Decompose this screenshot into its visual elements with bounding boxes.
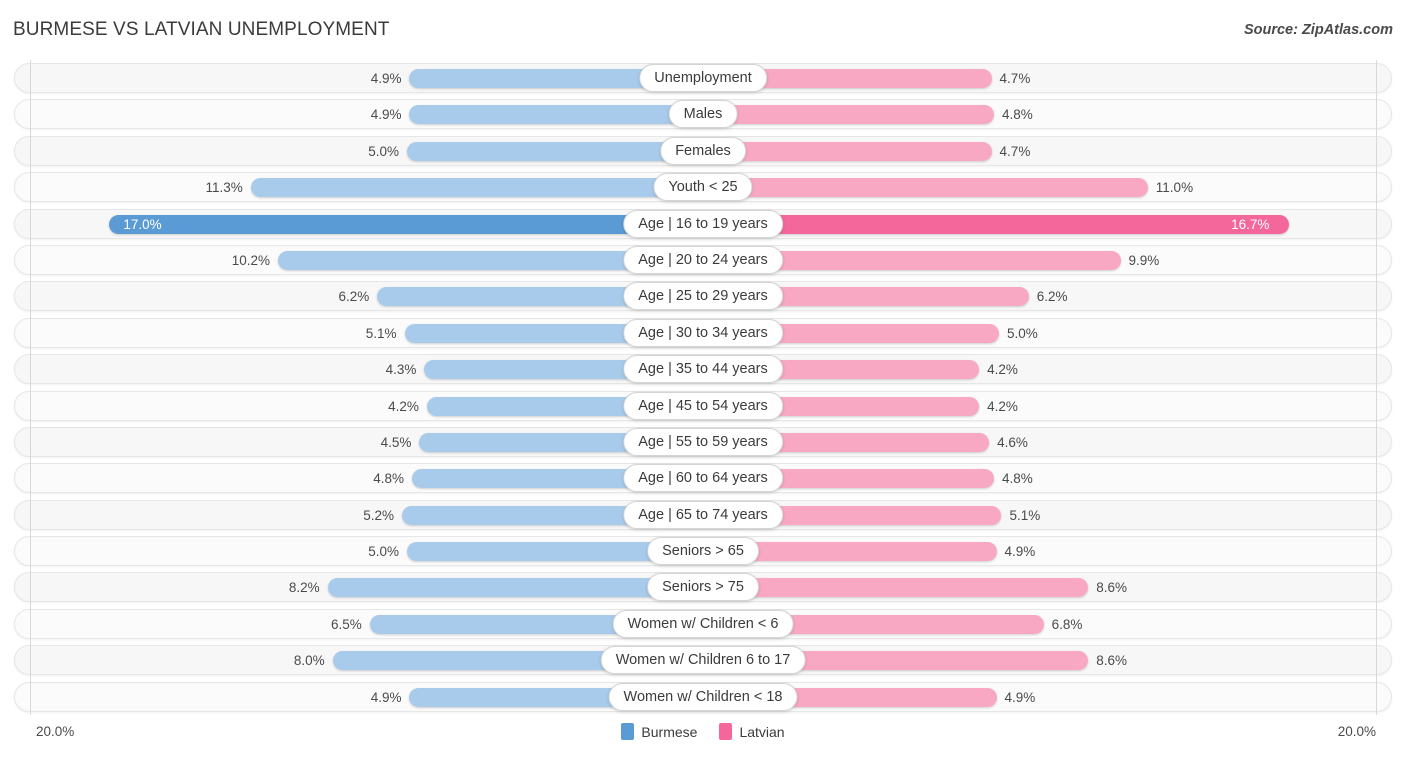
- value-label-latvian: 4.2%: [987, 398, 1018, 414]
- value-label-burmese: 6.2%: [338, 289, 370, 305]
- chart-row: 8.0% 8.6% Women w/ Children 6 to 17: [0, 642, 1406, 678]
- chart-row: 4.9% 4.7% Unemployment: [0, 60, 1406, 96]
- category-label: Females: [660, 136, 746, 165]
- chart-row: 4.9% 4.8% Males: [0, 96, 1406, 132]
- category-label: Age | 20 to 24 years: [623, 245, 783, 274]
- category-label: Women w/ Children 6 to 17: [600, 646, 806, 675]
- value-label-latvian: 4.7%: [999, 71, 1031, 86]
- value-label-burmese: 11.3%: [205, 180, 243, 196]
- category-label: Age | 16 to 19 years: [623, 209, 783, 238]
- category-label: Age | 25 to 29 years: [623, 282, 783, 311]
- axis-line-left: [30, 60, 31, 715]
- chart-row: 8.2% 8.6% Seniors > 75: [0, 569, 1406, 605]
- value-label-latvian: 4.8%: [1002, 107, 1033, 123]
- value-label-burmese: 4.2%: [388, 398, 419, 414]
- plot-area: 4.9% 4.7% Unemployment 4.9% 4.8% Males 5.0% 4.7…: [0, 60, 1406, 715]
- bar-latvian: [703, 178, 1148, 198]
- chart-root: BURMESE VS LATVIAN UNEMPLOYMENT Source: …: [0, 0, 1406, 757]
- value-label-latvian: 9.9%: [1128, 252, 1160, 268]
- bar-latvian: [703, 578, 1089, 598]
- chart-row: 4.9% 4.9% Women w/ Children < 18: [0, 679, 1406, 715]
- category-label: Age | 55 to 59 years: [623, 427, 783, 456]
- value-label-burmese: 5.0%: [368, 143, 399, 159]
- value-label-burmese: 4.5%: [380, 434, 412, 450]
- legend-item: Burmese: [621, 723, 697, 740]
- category-label: Seniors > 75: [647, 573, 759, 602]
- category-label: Women w/ Children < 18: [608, 682, 798, 711]
- category-label: Women w/ Children < 6: [612, 609, 794, 638]
- axis-line-right: [1376, 60, 1377, 715]
- value-label-burmese: 4.8%: [373, 471, 404, 487]
- chart-row: 5.2% 5.1% Age | 65 to 74 years: [0, 497, 1406, 533]
- value-label-latvian: 6.8%: [1051, 616, 1083, 632]
- category-label: Unemployment: [639, 64, 767, 92]
- category-label: Age | 45 to 54 years: [623, 391, 783, 420]
- chart-row: 4.2% 4.2% Age | 45 to 54 years: [0, 388, 1406, 424]
- category-label: Youth < 25: [653, 173, 753, 202]
- legend-swatch-icon: [621, 723, 635, 740]
- chart-row: 10.2% 9.9% Age | 20 to 24 years: [0, 242, 1406, 278]
- value-label-burmese: 4.9%: [370, 107, 402, 123]
- bar-latvian: [703, 214, 1290, 234]
- value-label-burmese: 4.9%: [370, 71, 402, 86]
- value-label-latvian: 4.9%: [1004, 544, 1036, 560]
- value-label-burmese: 5.1%: [365, 325, 397, 341]
- chart-row: 17.0% 16.7% Age | 16 to 19 years: [0, 206, 1406, 242]
- legend-label: Latvian: [739, 723, 785, 740]
- category-label: Age | 35 to 44 years: [623, 355, 783, 384]
- bar-burmese: [109, 214, 703, 234]
- chart-row: 11.3% 11.0% Youth < 25: [0, 169, 1406, 205]
- value-label-latvian: 4.6%: [997, 434, 1028, 450]
- value-label-burmese: 5.0%: [368, 544, 399, 560]
- value-label-latvian: 8.6%: [1096, 580, 1128, 596]
- legend-label: Burmese: [641, 723, 698, 740]
- bar-burmese: [250, 178, 703, 198]
- bar-burmese: [409, 105, 703, 125]
- page-title: BURMESE VS LATVIAN UNEMPLOYMENT: [13, 19, 390, 40]
- category-label: Age | 60 to 64 years: [623, 464, 783, 493]
- category-label: Age | 65 to 74 years: [623, 500, 783, 529]
- value-label-burmese: 17.0%: [123, 216, 162, 232]
- value-label-latvian: 4.7%: [999, 143, 1031, 159]
- chart-row: 5.0% 4.9% Seniors > 65: [0, 533, 1406, 569]
- category-label: Seniors > 65: [647, 537, 759, 566]
- source-attribution: Source: ZipAtlas.com: [1243, 22, 1393, 38]
- value-label-latvian: 11.0%: [1155, 180, 1194, 196]
- chart-row: 5.0% 4.7% Females: [0, 133, 1406, 169]
- value-label-burmese: 4.3%: [385, 362, 417, 378]
- value-label-burmese: 8.2%: [288, 580, 320, 596]
- chart-row: 4.8% 4.8% Age | 60 to 64 years: [0, 460, 1406, 496]
- value-label-latvian: 4.8%: [1002, 471, 1033, 487]
- chart-row: 5.1% 5.0% Age | 30 to 34 years: [0, 315, 1406, 351]
- value-label-latvian: 6.2%: [1036, 289, 1068, 305]
- category-label: Males: [668, 100, 738, 129]
- chart-footer: 20.0% 20.0% Burmese Latvian: [0, 715, 1406, 757]
- bar-latvian: [703, 105, 995, 125]
- chart-header: BURMESE VS LATVIAN UNEMPLOYMENT Source: …: [0, 0, 1406, 60]
- bar-burmese: [407, 141, 703, 161]
- chart-legend: Burmese Latvian: [0, 723, 1406, 740]
- value-label-burmese: 5.2%: [363, 507, 395, 523]
- value-label-latvian: 4.9%: [1004, 689, 1036, 705]
- value-label-latvian: 5.1%: [1009, 507, 1041, 523]
- value-label-burmese: 6.5%: [331, 616, 362, 632]
- value-label-latvian: 8.6%: [1096, 653, 1128, 669]
- value-label-latvian: 5.0%: [1007, 325, 1038, 341]
- value-label-burmese: 8.0%: [293, 653, 325, 669]
- legend-swatch-icon: [719, 723, 733, 740]
- chart-row: 4.3% 4.2% Age | 35 to 44 years: [0, 351, 1406, 387]
- bar-rows-container: 4.9% 4.7% Unemployment 4.9% 4.8% Males 5.0% 4.7…: [0, 60, 1406, 715]
- value-label-latvian: 4.2%: [987, 362, 1018, 378]
- bar-latvian: [703, 141, 992, 161]
- value-label-burmese: 10.2%: [231, 252, 271, 268]
- value-label-latvian: 16.7%: [1231, 216, 1270, 232]
- value-label-burmese: 4.9%: [370, 689, 402, 705]
- legend-item: Latvian: [719, 723, 785, 740]
- chart-row: 6.2% 6.2% Age | 25 to 29 years: [0, 278, 1406, 314]
- chart-row: 6.5% 6.8% Women w/ Children < 6: [0, 606, 1406, 642]
- category-label: Age | 30 to 34 years: [623, 318, 783, 347]
- chart-row: 4.5% 4.6% Age | 55 to 59 years: [0, 424, 1406, 460]
